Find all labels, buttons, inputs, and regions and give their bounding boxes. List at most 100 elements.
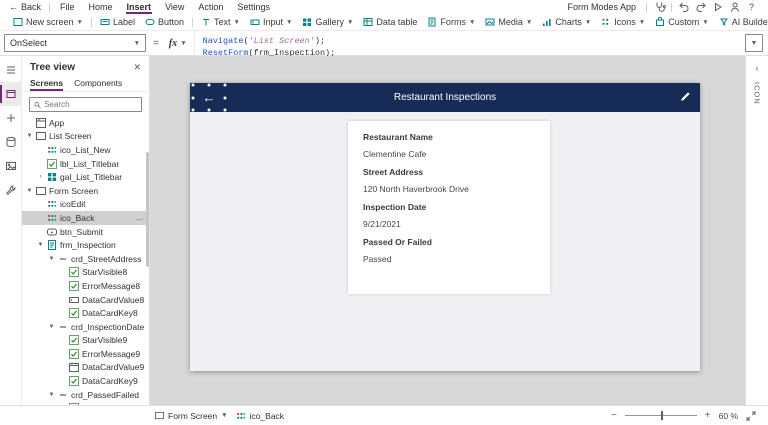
advanced-tools-icon[interactable] <box>0 178 21 202</box>
chevron-down-icon[interactable]: ▼ <box>48 256 55 262</box>
inspection-form[interactable]: Restaurant Name Clementine Cafe Street Add… <box>348 121 550 294</box>
tree-item-Form Screen[interactable]: ▼ Form Screen <box>22 184 149 198</box>
ribbon-forms-button[interactable]: Forms ▼ <box>422 17 480 27</box>
menu-item-action[interactable]: Action <box>191 1 230 13</box>
tree-item-List Screen[interactable]: ▼ List Screen <box>22 130 149 144</box>
ribbon-label-button[interactable]: Label <box>95 17 140 27</box>
ribbon-item-label: Gallery <box>315 17 344 27</box>
ribbon-gallery-button[interactable]: Gallery ▼ <box>297 17 358 27</box>
media-icon[interactable] <box>0 154 21 178</box>
insert-icon[interactable] <box>0 106 21 130</box>
chevron-down-icon[interactable]: ▼ <box>26 133 33 139</box>
tree-item-StarVisible10[interactable]: StarVisible10 <box>22 401 149 405</box>
tree-scrollbar[interactable] <box>146 152 149 267</box>
undo-icon[interactable] <box>675 1 692 14</box>
selection-handle[interactable] <box>223 108 227 112</box>
tree-item-gal_List_Titlebar[interactable]: › gal_List_Titlebar <box>22 170 149 184</box>
tab-components[interactable]: Components <box>74 78 122 91</box>
tree-item-ErrorMessage8[interactable]: ErrorMessage8 <box>22 279 149 293</box>
selection-handle[interactable] <box>207 108 211 112</box>
app-checker-icon[interactable] <box>651 1 668 14</box>
data-icon[interactable] <box>0 130 21 154</box>
formula-expand-button[interactable]: ▼ <box>745 34 763 52</box>
tree-item-crd_StreetAddress[interactable]: ▼ crd_StreetAddress <box>22 252 149 266</box>
selection-handle[interactable] <box>191 96 195 99</box>
selection-handle[interactable] <box>191 83 195 87</box>
tree-item-ico_List_New[interactable]: ico_List_New <box>22 143 149 157</box>
ribbon-media-button[interactable]: Media ▼ <box>480 17 537 27</box>
chevron-down-icon[interactable]: ▼ <box>48 392 55 398</box>
icon-icon <box>47 145 57 155</box>
play-icon[interactable] <box>709 1 726 14</box>
close-icon[interactable]: ✕ <box>133 62 141 73</box>
fit-to-window-icon[interactable] <box>746 411 756 421</box>
expand-panel-chevron-icon[interactable]: ‹ <box>756 63 759 73</box>
tree-item-ErrorMessage9[interactable]: ErrorMessage9 <box>22 347 149 361</box>
titlebar-rectangle[interactable]: ← Restaurant Inspections <box>190 83 700 112</box>
ribbon-input-button[interactable]: Input ▼ <box>245 17 297 27</box>
menu-item-view[interactable]: View <box>158 1 191 13</box>
zoom-slider[interactable] <box>624 411 697 420</box>
menu-item-home[interactable]: Home <box>82 1 120 13</box>
tree-item-StarVisible8[interactable]: StarVisible8 <box>22 266 149 280</box>
property-selector[interactable]: OnSelect ▼ <box>4 34 146 52</box>
menu-item-settings[interactable]: Settings <box>230 1 277 13</box>
zoom-in-button[interactable]: + <box>705 410 711 421</box>
back-button[interactable]: ← Back <box>4 2 46 12</box>
tree-item-lbl_List_Titlebar[interactable]: lbl_List_Titlebar <box>22 157 149 171</box>
help-icon[interactable]: ? <box>743 1 760 14</box>
ribbon-button-button[interactable]: Button <box>140 17 189 27</box>
chevron-down-icon[interactable]: ▼ <box>48 324 55 330</box>
screen-title-label[interactable]: Restaurant Inspections <box>190 92 700 103</box>
search-box[interactable] <box>29 97 142 112</box>
tree-item-DataCardKey9[interactable]: DataCardKey9 <box>22 374 149 388</box>
ribbon-new-screen-button[interactable]: New screen ▼ <box>8 17 88 27</box>
item-overflow-menu[interactable]: … <box>136 213 145 222</box>
fx-menu[interactable]: fx ▼ <box>162 38 194 49</box>
ribbon-icons-button[interactable]: Icons ▼ <box>596 17 650 27</box>
zoom-out-button[interactable]: − <box>611 410 617 421</box>
tree-item-DataCardKey8[interactable]: DataCardKey8 <box>22 306 149 320</box>
tab-screens[interactable]: Screens <box>30 78 64 91</box>
zoom-slider-thumb[interactable] <box>660 411 663 420</box>
tree-item-ico_Back[interactable]: ico_Back … <box>22 211 149 225</box>
chevron-right-icon[interactable]: › <box>37 174 44 180</box>
chevron-down-icon: ▼ <box>702 18 709 26</box>
ribbon-charts-button[interactable]: Charts ▼ <box>537 17 596 27</box>
back-icon-selected[interactable]: ← <box>191 83 227 112</box>
selection-handle[interactable] <box>223 96 227 99</box>
tree-item-DataCardValue9[interactable]: DataCardValue9 <box>22 361 149 375</box>
edit-pencil-icon[interactable] <box>679 91 691 103</box>
tree-item-DataCardValue8[interactable]: DataCardValue8 <box>22 293 149 307</box>
tree-item-crd_PassedFailed[interactable]: ▼ crd_PassedFailed <box>22 388 149 402</box>
ribbon-custom-button[interactable]: Custom ▼ <box>650 17 713 27</box>
tree-item-icoEdit[interactable]: icoEdit <box>22 198 149 212</box>
tree-item-crd_InspectionDate[interactable]: ▼ crd_InspectionDate <box>22 320 149 334</box>
search-input[interactable] <box>44 100 137 109</box>
tree-item-StarVisible9[interactable]: StarVisible9 <box>22 334 149 348</box>
selection-handle[interactable] <box>223 83 227 87</box>
tree-item-btn_Submit[interactable]: btn_Submit <box>22 225 149 239</box>
tree-view-icon[interactable] <box>0 82 21 106</box>
menu-icon[interactable] <box>0 58 21 82</box>
tree-item-label: crd_PassedFailed <box>71 389 140 400</box>
tree-item-App[interactable]: App <box>22 116 149 130</box>
tree-item-frm_Inspection[interactable]: ▼ frm_Inspection <box>22 238 149 252</box>
ribbon-data-table-button[interactable]: Data table <box>358 17 422 27</box>
selection-handle[interactable] <box>191 108 195 112</box>
form-screen-canvas[interactable]: ← Restaurant Inspections Restaurant Name… <box>190 83 700 371</box>
ribbon-ai-builder-button[interactable]: AI Builder▼ <box>714 17 768 27</box>
menu-item-file[interactable]: File <box>53 1 82 13</box>
formula-input[interactable]: Navigate('List Screen'); ResetForm(frm_In… <box>193 30 742 56</box>
chevron-down-icon[interactable]: ▼ <box>37 242 44 248</box>
redo-icon[interactable] <box>692 1 709 14</box>
selected-control-breadcrumb[interactable]: ico_Back <box>236 411 284 421</box>
tree-item-label: ico_Back <box>60 212 95 223</box>
user-icon[interactable] <box>726 1 743 14</box>
tree-item-label: frm_Inspection <box>60 240 116 251</box>
selection-handle[interactable] <box>207 83 211 87</box>
screen-breadcrumb[interactable]: Form Screen ▼ <box>155 411 228 421</box>
menu-item-insert[interactable]: Insert <box>120 1 159 14</box>
ribbon-text-button[interactable]: Text ▼ <box>196 17 245 27</box>
chevron-down-icon[interactable]: ▼ <box>26 188 33 194</box>
